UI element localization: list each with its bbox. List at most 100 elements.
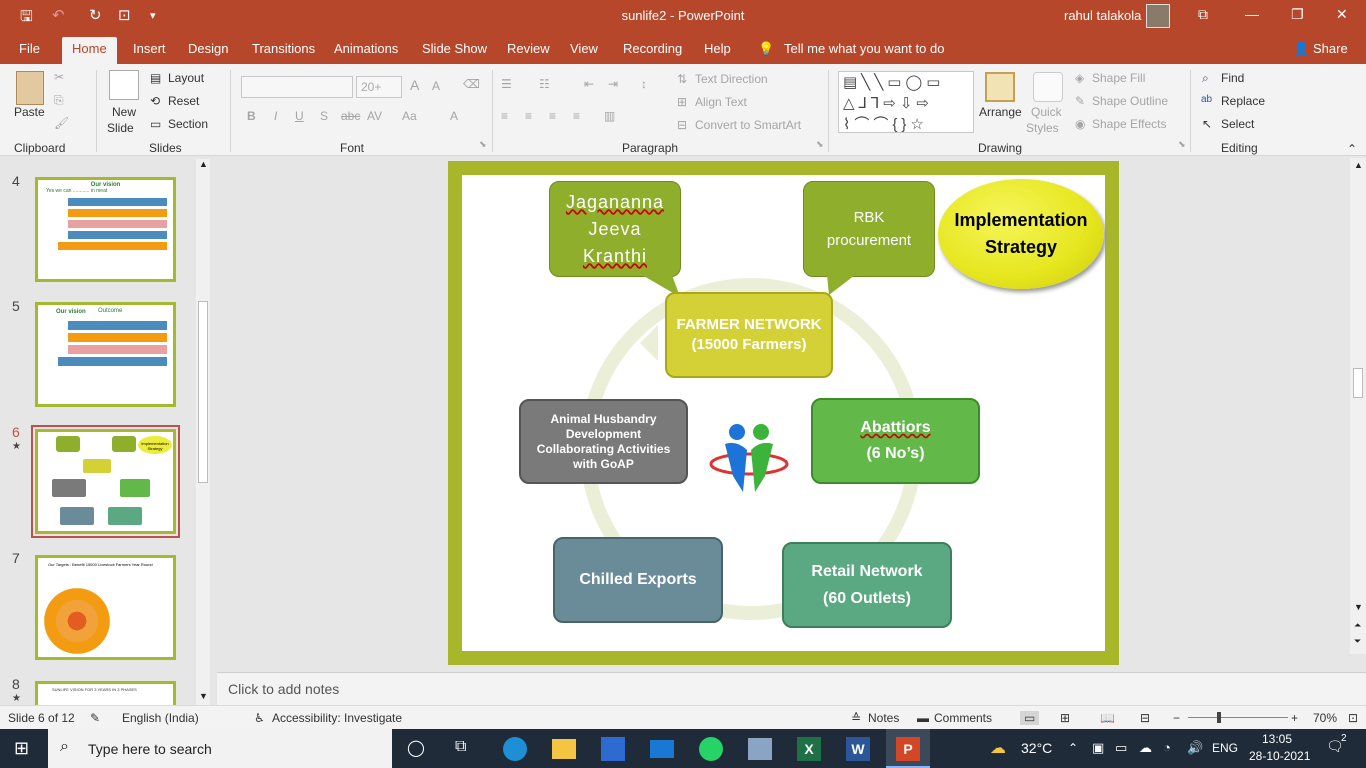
replace-button[interactable]: Replace <box>1221 94 1265 108</box>
align-text-button[interactable]: Align Text <box>695 95 747 109</box>
slide-scrollbar[interactable]: ▲ ▼ ⏶ ⏷ <box>1350 158 1366 654</box>
tab-insert[interactable]: Insert <box>133 41 166 56</box>
animal-husbandry-box[interactable]: Animal Husbandry Development Collaborati… <box>519 399 688 484</box>
zoom-in-icon[interactable]: + <box>1291 711 1298 725</box>
arrange-button[interactable]: Arrange <box>979 105 1022 119</box>
text-direction-button[interactable]: Text Direction <box>695 72 768 86</box>
callout-rbk[interactable]: RBK procurement <box>803 181 935 277</box>
bold-icon[interactable]: B <box>247 109 256 123</box>
normal-view-icon[interactable]: ▭ <box>1020 711 1040 725</box>
comments-button[interactable]: Comments <box>934 711 992 725</box>
font-size-field[interactable]: 20+ <box>356 76 402 98</box>
onedrive-icon[interactable]: ☁ <box>1139 740 1152 756</box>
close-icon[interactable]: ✕ <box>1336 6 1348 23</box>
decrease-indent-icon[interactable]: ⇤ <box>584 77 594 91</box>
retail-network-box[interactable]: Retail Network (60 Outlets) <box>782 542 952 628</box>
new-slide-icon[interactable] <box>109 70 139 100</box>
chilled-exports-box[interactable]: Chilled Exports <box>553 537 723 623</box>
thumbnail-slide-7[interactable]: Our Targets : Benefit 15000 Livestock Fa… <box>35 555 176 660</box>
wifi-icon[interactable]: ◔ <box>1163 740 1171 755</box>
zoom-slider[interactable] <box>1188 717 1288 718</box>
remote-desktop-icon[interactable] <box>748 738 772 760</box>
thumbnail-slide-4[interactable]: Our vision Yes we can ............ in me… <box>35 177 176 282</box>
minimize-icon[interactable]: — <box>1245 6 1259 22</box>
battery-icon[interactable]: ▭ <box>1115 740 1127 756</box>
tab-review[interactable]: Review <box>507 41 550 56</box>
tab-home[interactable]: Home <box>62 37 117 64</box>
tab-transitions[interactable]: Transitions <box>252 41 315 56</box>
zoom-level[interactable]: 70% <box>1313 711 1337 725</box>
next-slide-icon[interactable]: ⏷ <box>1354 636 1361 647</box>
avatar[interactable] <box>1146 4 1170 28</box>
scroll-down-icon[interactable]: ▼ <box>1354 602 1363 612</box>
cortana-icon[interactable]: ◯ <box>407 738 425 758</box>
tab-design[interactable]: Design <box>188 41 228 56</box>
notes-pane[interactable]: Click to add notes <box>217 672 1366 705</box>
implementation-strategy-ellipse[interactable]: Implementation Strategy <box>938 179 1104 289</box>
reset-button[interactable]: Reset <box>168 94 199 108</box>
thumbnail-scrollbar[interactable]: ▲ ▼ <box>196 159 210 705</box>
paragraph-launcher-icon[interactable]: ⬊ <box>816 139 824 150</box>
weather-temp[interactable]: 32°C <box>1021 740 1052 756</box>
shadow-icon[interactable]: S <box>320 109 328 123</box>
callout-jagananna[interactable]: Jagananna Jeeva Kranthi <box>549 181 681 277</box>
line-spacing-icon[interactable]: ↕ <box>641 77 647 91</box>
drawing-launcher-icon[interactable]: ⬊ <box>1178 139 1186 150</box>
clock-time[interactable]: 13:05 <box>1262 732 1292 746</box>
thumbnail-slide-6[interactable]: Implementation Strategy <box>31 425 180 538</box>
reading-view-icon[interactable]: 📖 <box>1100 711 1115 725</box>
layout-button[interactable]: Layout <box>168 71 204 85</box>
slide-sorter-icon[interactable]: ⊞ <box>1060 711 1070 725</box>
align-right-icon[interactable]: ≡ <box>549 109 556 123</box>
farmer-network-box[interactable]: FARMER NETWORK (15000 Farmers) <box>665 292 833 378</box>
scroll-up-icon[interactable]: ▲ <box>1354 160 1363 170</box>
zoom-slider-thumb[interactable] <box>1217 712 1221 723</box>
task-view-icon[interactable]: ⧉ <box>455 738 466 756</box>
numbering-icon[interactable]: ☷ <box>539 77 550 91</box>
tab-slide-show[interactable]: Slide Show <box>422 41 487 56</box>
decrease-font-icon[interactable]: A <box>432 79 440 93</box>
slide-canvas[interactable]: Jagananna Jeeva Kranthi RBK procurement … <box>448 161 1119 665</box>
char-spacing-icon[interactable]: AV <box>367 109 382 123</box>
columns-icon[interactable]: ▥ <box>604 109 615 123</box>
convert-smartart-button[interactable]: Convert to SmartArt <box>695 118 801 132</box>
scroll-up-icon[interactable]: ▲ <box>199 159 208 169</box>
user-name[interactable]: rahul talakola <box>1064 8 1141 23</box>
quick-styles-button[interactable]: Quick <box>1031 105 1062 119</box>
scroll-down-icon[interactable]: ▼ <box>199 691 208 701</box>
language-indicator[interactable]: ENG <box>1212 741 1238 755</box>
clear-format-icon[interactable]: ⌫ <box>463 77 480 91</box>
tab-recording[interactable]: Recording <box>623 41 682 56</box>
font-launcher-icon[interactable]: ⬊ <box>479 139 487 150</box>
tell-me-search[interactable]: Tell me what you want to do <box>784 41 944 56</box>
quick-styles-icon[interactable] <box>1033 72 1063 102</box>
tab-view[interactable]: View <box>570 41 598 56</box>
collapse-ribbon-icon[interactable]: ⌃ <box>1347 142 1357 156</box>
ribbon-display-icon[interactable]: ⧉ <box>1198 6 1208 23</box>
abattoirs-box[interactable]: Abattiors (6 No’s) <box>811 398 980 484</box>
word-icon[interactable]: W <box>846 737 870 761</box>
arrange-icon[interactable] <box>985 72 1015 102</box>
weather-icon[interactable]: ☁ <box>990 738 1006 758</box>
notes-button[interactable]: Notes <box>868 711 899 725</box>
volume-icon[interactable]: 🔊 <box>1187 740 1203 756</box>
powerpoint-taskbar-button[interactable]: P <box>886 729 930 768</box>
taskbar-search[interactable]: ⌕ Type here to search <box>48 729 392 768</box>
excel-icon[interactable]: X <box>797 737 821 761</box>
new-slide-button-2[interactable]: Slide <box>107 121 134 135</box>
language-status[interactable]: English (India) <box>122 711 199 725</box>
store-icon[interactable] <box>601 737 625 761</box>
bullets-icon[interactable]: ☰ <box>501 77 512 91</box>
shape-outline-button[interactable]: Shape Outline <box>1092 94 1168 108</box>
font-name-field[interactable] <box>241 76 353 98</box>
notes-placeholder[interactable]: Click to add notes <box>228 681 339 697</box>
quick-styles-button-2[interactable]: Styles <box>1026 121 1059 135</box>
select-button[interactable]: Select <box>1221 117 1254 131</box>
show-hidden-icons[interactable]: ⌃ <box>1068 741 1078 755</box>
tab-help[interactable]: Help <box>704 41 731 56</box>
paste-icon[interactable] <box>16 71 44 105</box>
restore-icon[interactable]: ❐ <box>1291 6 1304 23</box>
whatsapp-icon[interactable] <box>699 737 723 761</box>
shape-fill-button[interactable]: Shape Fill <box>1092 71 1145 85</box>
cut-icon[interactable]: ✂ <box>54 70 64 84</box>
